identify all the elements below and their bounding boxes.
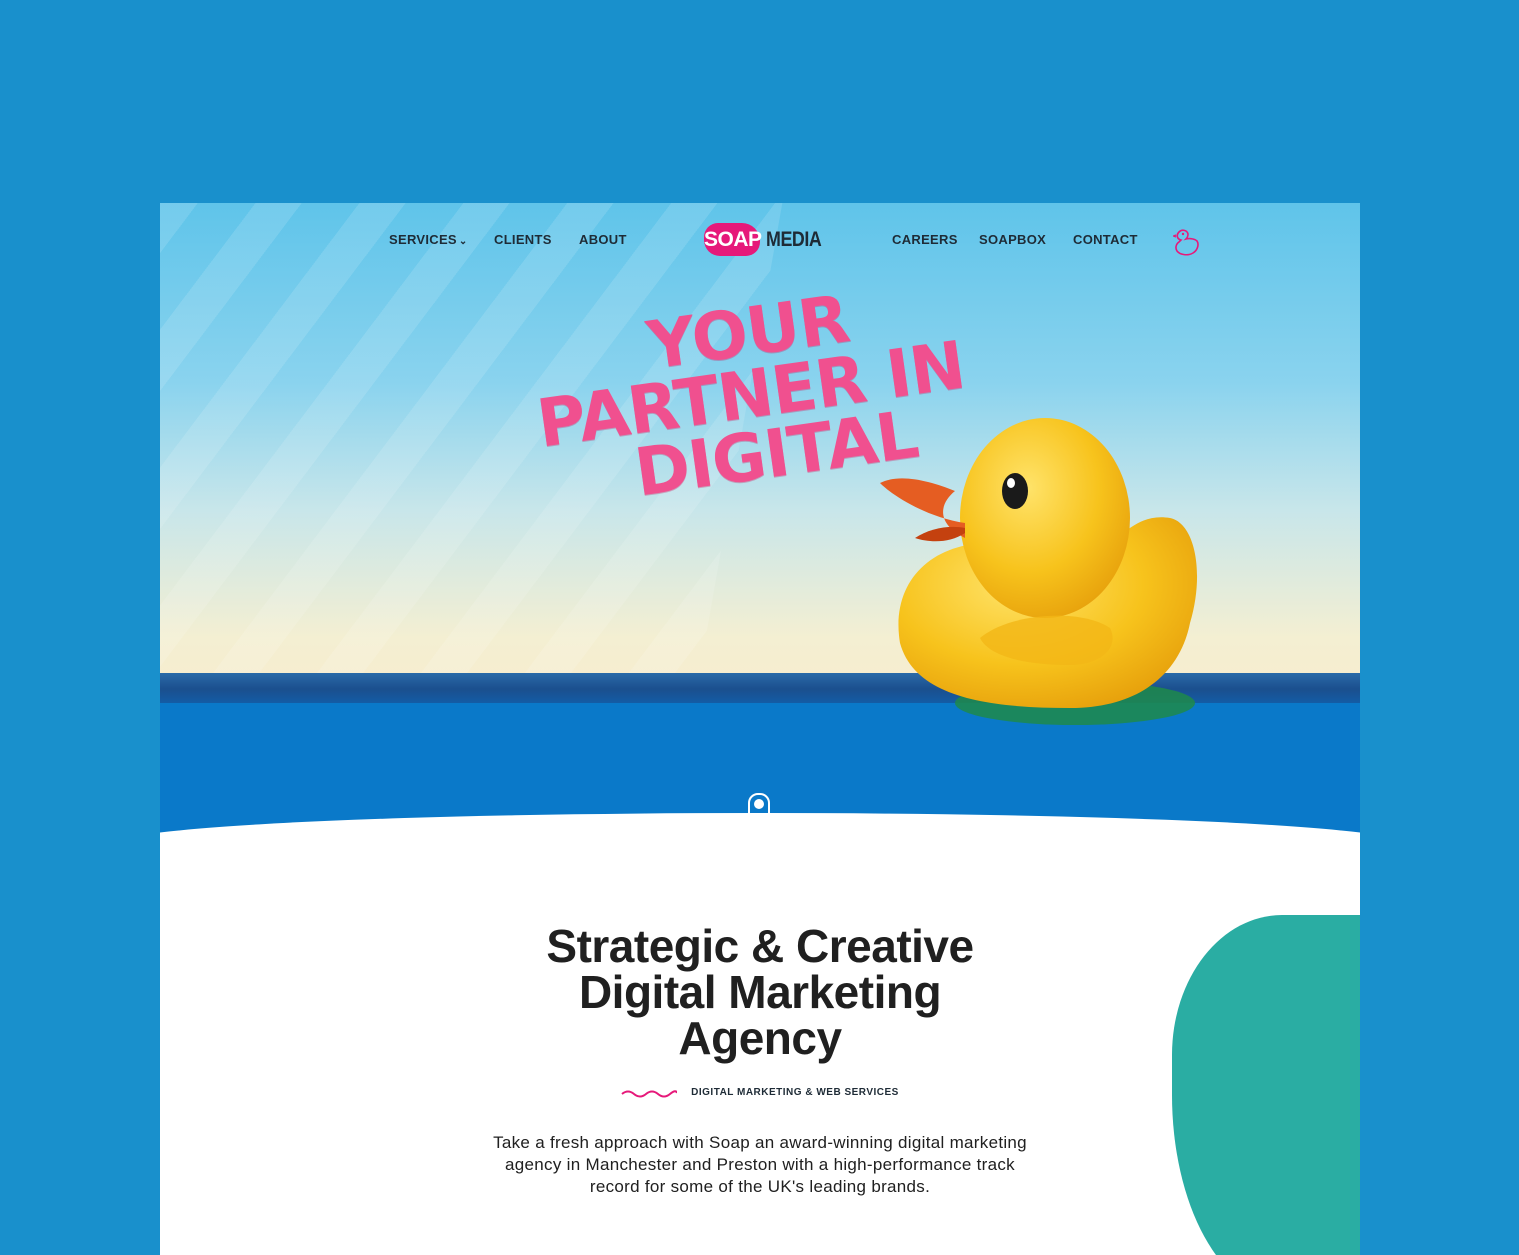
- intro-section: Strategic & Creative Digital Marketing A…: [160, 923, 1360, 1198]
- chevron-down-icon: ⌄: [458, 236, 468, 247]
- main-navigation: SERVICES ⌄ CLIENTS ABOUT SOAP MEDIA CAREE…: [160, 203, 1360, 278]
- intro-title: Strategic & Creative Digital Marketing A…: [160, 923, 1360, 1061]
- soap-media-logo[interactable]: SOAP MEDIA: [704, 223, 822, 259]
- title-line-2: Digital Marketing: [578, 966, 942, 1018]
- nav-clients[interactable]: CLIENTS: [494, 232, 552, 247]
- nav-services[interactable]: SERVICES ⌄: [389, 232, 468, 247]
- nav-about[interactable]: ABOUT: [579, 232, 627, 247]
- hero-section: SERVICES ⌄ CLIENTS ABOUT SOAP MEDIA CAREE…: [160, 203, 1360, 843]
- wave-icon: [621, 1089, 678, 1097]
- nav-services-label: SERVICES: [389, 232, 457, 247]
- logo-badge: SOAP: [704, 223, 762, 256]
- tagline: DIGITAL MARKETING & WEB SERVICES: [160, 1087, 1360, 1098]
- logo-word: MEDIA: [766, 228, 822, 251]
- title-line-1: Strategic & Creative: [546, 920, 974, 972]
- title-line-3: Agency: [678, 1012, 842, 1064]
- tagline-text: DIGITAL MARKETING & WEB SERVICES: [691, 1087, 899, 1098]
- nav-soapbox[interactable]: SOAPBOX: [979, 232, 1046, 247]
- intro-description: Take a fresh approach with Soap an award…: [493, 1133, 1027, 1196]
- nav-contact[interactable]: CONTACT: [1073, 232, 1138, 247]
- website-frame: SERVICES ⌄ CLIENTS ABOUT SOAP MEDIA CAREE…: [160, 203, 1360, 1255]
- rubber-duck-image: [880, 418, 1198, 725]
- hero-bottom-curve: [160, 813, 1360, 933]
- duck-outline-icon[interactable]: [1173, 227, 1201, 257]
- nav-careers[interactable]: CAREERS: [892, 232, 958, 247]
